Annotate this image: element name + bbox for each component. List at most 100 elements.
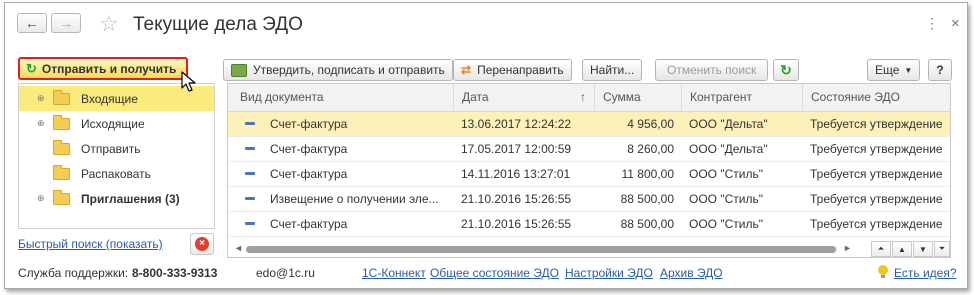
title-bar: ← → ☆ Текущие дела ЭДО ⋮ × — [5, 3, 967, 47]
refresh-button[interactable]: ↻ — [773, 59, 799, 81]
cell-doc-type: Счет-фактура — [270, 167, 348, 181]
folder-icon — [53, 114, 70, 130]
cell-partner: ООО "Дельта" — [689, 117, 768, 131]
help-label: ? — [936, 63, 944, 77]
cell-edo-state: Требуется утверждение — [810, 117, 943, 131]
more-button[interactable]: Еще ▼ — [867, 59, 921, 81]
help-button[interactable]: ? — [928, 59, 952, 81]
find-label: Найти... — [590, 63, 635, 77]
cell-edo-state: Требуется утверждение — [810, 142, 943, 156]
redirect-icon: ⇄ — [461, 63, 472, 77]
cell-partner: ООО "Стиль" — [689, 192, 763, 206]
first-page-icon: ⏶ — [877, 244, 885, 253]
clear-filter-button[interactable]: × — [190, 233, 214, 255]
arrow-right-icon: → — [59, 15, 73, 31]
column-header-date-label: Дата — [462, 90, 489, 104]
page-title: Текущие дела ЭДО — [133, 14, 303, 35]
forward-button[interactable]: → — [51, 13, 81, 33]
arrow-left-icon: ← — [25, 15, 39, 31]
cell-edo-state: Требуется утверждение — [810, 192, 943, 206]
favorite-star-icon[interactable]: ☆ — [99, 11, 119, 37]
expand-icon[interactable]: ⊕ — [37, 93, 45, 104]
column-header-date[interactable]: Дата ↑ — [453, 84, 594, 111]
scroll-down-button[interactable]: ▼ — [913, 241, 933, 257]
clear-icon: × — [195, 237, 209, 251]
approve-sign-send-button[interactable]: Утвердить, подписать и отправить — [223, 59, 453, 81]
support-email: edo@1c.ru — [256, 266, 315, 280]
cell-date: 14.11.2016 13:27:01 — [461, 167, 571, 181]
cell-sum: 4 956,00 — [627, 117, 674, 131]
column-header-edo-state[interactable]: Состояние ЭДО — [802, 84, 950, 111]
scroll-to-bottom-button[interactable]: ⏷ — [934, 241, 950, 257]
tree-item-label: Входящие — [81, 91, 138, 106]
find-button[interactable]: Найти... — [582, 59, 643, 81]
documents-table: Вид документа Дата ↑ Сумма Контрагент Со… — [227, 83, 951, 258]
table-row[interactable]: Счет-фактура 17.05.2017 12:00:59 8 260,00 О… — [228, 137, 950, 162]
dropdown-arrow-icon: ▼ — [904, 65, 913, 75]
document-icon — [245, 147, 255, 150]
cell-date: 13.06.2017 12:24:22 — [461, 117, 572, 131]
document-icon — [245, 197, 255, 200]
link-have-idea[interactable]: Есть идея? — [894, 266, 957, 280]
triangle-down-icon: ▼ — [919, 244, 927, 254]
document-icon — [245, 172, 255, 175]
tree-item-label: Отправить — [81, 141, 141, 156]
back-button[interactable]: ← — [17, 13, 47, 33]
cell-partner: ООО "Стиль" — [689, 167, 763, 181]
cancel-search-button[interactable]: Отменить поиск — [655, 59, 769, 81]
more-menu-icon[interactable]: ⋮ — [925, 15, 939, 32]
close-icon[interactable]: × — [951, 15, 960, 32]
refresh-icon: ↻ — [26, 60, 37, 76]
scroll-right-icon[interactable]: ► — [843, 243, 852, 253]
redirect-label: Перенаправить — [477, 63, 564, 77]
scroll-up-button[interactable]: ▲ — [892, 241, 912, 257]
cell-partner: ООО "Стиль" — [689, 217, 763, 231]
scroll-to-top-button[interactable]: ⏶ — [871, 241, 891, 257]
cell-doc-type: Извещение о получении эле... — [270, 192, 439, 206]
cell-date: 21.10.2016 15:26:55 — [461, 192, 572, 206]
cell-date: 17.05.2017 12:00:59 — [461, 142, 572, 156]
document-icon — [245, 122, 255, 125]
send-receive-label: Отправить и получить — [41, 61, 177, 76]
sign-send-icon — [231, 63, 247, 77]
horizontal-scrollbar[interactable]: ◄ ► ⏶ ▲ ▼ ⏷ — [228, 241, 950, 257]
approve-sign-send-label: Утвердить, подписать и отправить — [253, 63, 445, 77]
expand-icon[interactable]: ⊕ — [37, 193, 45, 204]
column-header-sum[interactable]: Сумма — [594, 84, 681, 111]
edo-window: ← → ☆ Текущие дела ЭДО ⋮ × ↻ Отправить и… — [4, 2, 968, 289]
mouse-cursor-icon — [181, 71, 196, 92]
triangle-up-icon: ▲ — [898, 244, 906, 254]
tree-item[interactable]: Распаковать — [19, 161, 214, 186]
tree-item[interactable]: ⊕ Приглашения (3) — [19, 186, 214, 211]
scrollbar-thumb[interactable] — [246, 246, 836, 253]
table-row[interactable]: Счет-фактура 13.06.2017 12:24:22 4 956,00 О… — [228, 112, 950, 137]
link-edo-settings[interactable]: Настройки ЭДО — [565, 266, 653, 280]
expand-icon[interactable]: ⊕ — [37, 118, 45, 129]
scroll-left-icon[interactable]: ◄ — [234, 243, 243, 253]
folder-tree: ⊕ Входящие ⊕ Исходящие Отправить Распаковать ⊕… — [18, 83, 215, 229]
link-1c-connect[interactable]: 1С-Коннект — [362, 266, 426, 280]
quick-search-link[interactable]: Быстрый поиск (показать) — [18, 237, 163, 251]
cell-partner: ООО "Дельта" — [689, 142, 768, 156]
send-receive-button[interactable]: ↻ Отправить и получить — [18, 57, 188, 80]
tree-item[interactable]: Отправить — [19, 136, 214, 161]
table-row[interactable]: Извещение о получении эле... 21.10.2016 1… — [228, 187, 950, 212]
table-row[interactable]: Счет-фактура 21.10.2016 15:26:55 88 500,00… — [228, 212, 950, 237]
tree-item[interactable]: ⊕ Исходящие — [19, 111, 214, 136]
cell-doc-type: Счет-фактура — [270, 142, 348, 156]
column-header-partner[interactable]: Контрагент — [681, 84, 802, 111]
redirect-button[interactable]: ⇄ Перенаправить — [453, 59, 572, 81]
refresh-icon: ↻ — [780, 61, 792, 78]
table-row[interactable]: Счет-фактура 14.11.2016 13:27:01 11 800,00… — [228, 162, 950, 187]
cell-edo-state: Требуется утверждение — [810, 167, 943, 181]
folder-icon — [53, 189, 70, 205]
scrollbar-track[interactable] — [246, 246, 838, 253]
cell-sum: 88 500,00 — [620, 192, 674, 206]
table-header: Вид документа Дата ↑ Сумма Контрагент Со… — [228, 84, 950, 112]
cell-sum: 8 260,00 — [627, 142, 674, 156]
column-header-doc-type[interactable]: Вид документа — [228, 84, 453, 111]
link-edo-overview[interactable]: Общее состояние ЭДО — [430, 266, 559, 280]
link-edo-archive[interactable]: Архив ЭДО — [660, 266, 723, 280]
tree-item-label: Исходящие — [81, 116, 145, 131]
tree-item-label: Распаковать — [81, 166, 151, 181]
